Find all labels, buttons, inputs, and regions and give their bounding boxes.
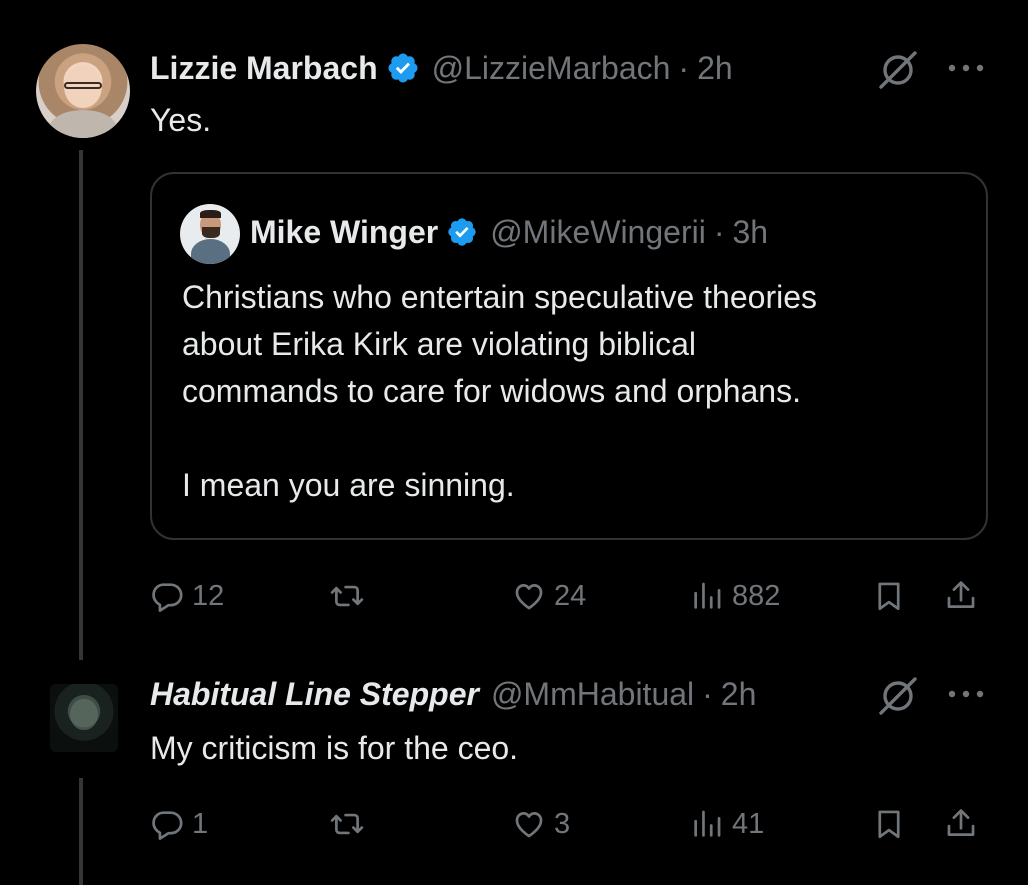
grok-icon[interactable] bbox=[876, 674, 920, 718]
like-count: 3 bbox=[554, 807, 571, 840]
verified-icon bbox=[388, 53, 418, 83]
author-handle[interactable]: @MikeWingerii bbox=[490, 214, 706, 251]
repost-icon bbox=[330, 585, 364, 607]
reply-button[interactable]: 12 bbox=[150, 574, 224, 618]
more-icon[interactable] bbox=[944, 58, 988, 78]
verified-icon bbox=[448, 218, 476, 246]
like-icon bbox=[515, 812, 543, 838]
timestamp[interactable]: 3h bbox=[732, 214, 768, 251]
repost-button[interactable] bbox=[330, 802, 364, 846]
tweet-header: Habitual Line Stepper @MmHabitual · 2h bbox=[150, 674, 756, 714]
views-icon bbox=[694, 582, 721, 609]
reply-button[interactable]: 1 bbox=[150, 802, 208, 846]
author-name[interactable]: Mike Winger bbox=[250, 214, 438, 251]
author-handle[interactable]: @LizzieMarbach bbox=[432, 50, 671, 87]
avatar[interactable] bbox=[36, 44, 130, 138]
view-count: 41 bbox=[732, 807, 765, 840]
like-count: 24 bbox=[554, 579, 587, 612]
like-button[interactable]: 3 bbox=[512, 802, 570, 846]
bookmark-icon bbox=[878, 582, 900, 611]
view-count: 882 bbox=[732, 579, 781, 612]
views-button[interactable]: 882 bbox=[690, 574, 780, 618]
avatar[interactable] bbox=[180, 204, 240, 264]
timestamp[interactable]: 2h bbox=[697, 50, 733, 87]
quoted-text-line: I mean you are sinning. bbox=[182, 467, 515, 503]
bookmark-icon bbox=[878, 810, 900, 839]
views-button[interactable]: 41 bbox=[690, 802, 764, 846]
grok-icon[interactable] bbox=[876, 48, 920, 92]
author-name[interactable]: Lizzie Marbach bbox=[150, 50, 378, 87]
avatar[interactable] bbox=[50, 684, 118, 752]
thread-line bbox=[79, 150, 83, 660]
quoted-text-line: commands to care for widows and orphans. bbox=[182, 373, 801, 409]
reply-icon bbox=[152, 583, 183, 612]
like-button[interactable]: 24 bbox=[512, 574, 586, 618]
timestamp[interactable]: 2h bbox=[721, 676, 757, 713]
thread-line bbox=[79, 778, 83, 885]
quoted-tweet-header: Mike Winger @MikeWingerii · 3h bbox=[250, 212, 768, 252]
more-icon[interactable] bbox=[944, 684, 988, 704]
separator: · bbox=[678, 49, 690, 86]
quoted-tweet-text: Christians who entertain speculative the… bbox=[182, 274, 972, 509]
separator: · bbox=[713, 213, 725, 250]
repost-icon bbox=[330, 813, 364, 835]
quoted-text-line: about Erika Kirk are violating biblical bbox=[182, 326, 697, 362]
tweet[interactable]: Lizzie Marbach @LizzieMarbach · 2h Yes. … bbox=[0, 0, 1028, 660]
repost-button[interactable] bbox=[330, 574, 364, 618]
action-bar: 12 24 882 bbox=[150, 574, 990, 618]
tweet-text: My criticism is for the ceo. bbox=[150, 730, 519, 766]
bookmark-button[interactable] bbox=[872, 574, 906, 618]
author-handle[interactable]: @MmHabitual bbox=[491, 676, 694, 713]
quoted-text-line: Christians who entertain speculative the… bbox=[182, 279, 817, 315]
share-icon bbox=[947, 581, 975, 608]
share-icon bbox=[947, 809, 975, 836]
quoted-tweet[interactable]: Mike Winger @MikeWingerii · 3h Christian… bbox=[150, 172, 988, 540]
reply-count: 1 bbox=[192, 807, 209, 840]
bookmark-button[interactable] bbox=[872, 802, 906, 846]
tweet-text: Yes. bbox=[150, 102, 212, 138]
share-button[interactable] bbox=[944, 574, 978, 618]
reply-count: 12 bbox=[192, 579, 225, 612]
separator: · bbox=[702, 675, 713, 712]
author-name[interactable]: Habitual Line Stepper bbox=[150, 676, 479, 713]
share-button[interactable] bbox=[944, 802, 978, 846]
reply-icon bbox=[152, 811, 183, 840]
tweet-header: Lizzie Marbach @LizzieMarbach · 2h bbox=[150, 48, 733, 88]
views-icon bbox=[694, 810, 721, 837]
like-icon bbox=[515, 584, 543, 610]
action-bar: 1 3 41 bbox=[150, 802, 990, 846]
